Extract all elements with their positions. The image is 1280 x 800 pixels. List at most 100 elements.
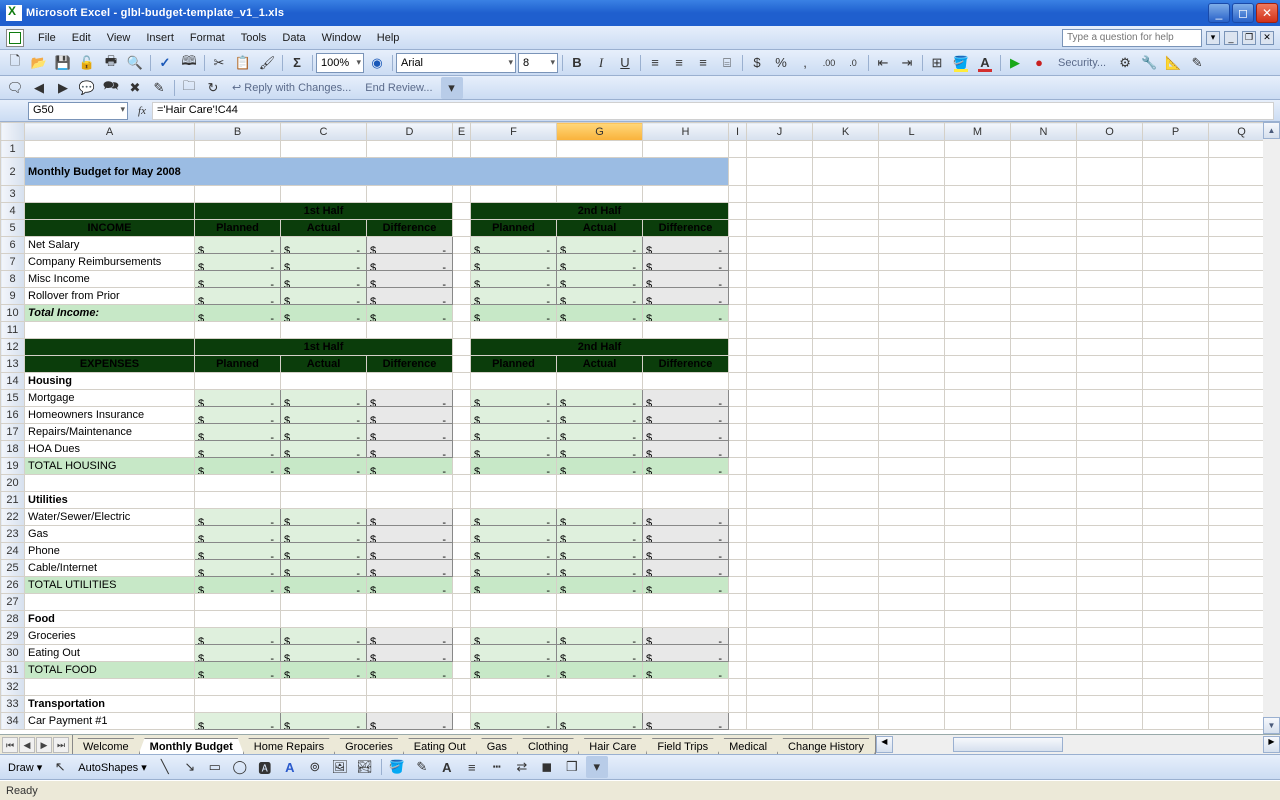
cell[interactable]: [1077, 560, 1143, 577]
cell[interactable]: [453, 390, 471, 407]
cell[interactable]: [1011, 339, 1077, 356]
cell[interactable]: [1209, 254, 1264, 271]
cell[interactable]: $-: [195, 713, 281, 730]
sheet-tab-home-repairs[interactable]: Home Repairs: [243, 738, 335, 754]
cell[interactable]: $-: [367, 543, 453, 560]
cell[interactable]: [747, 492, 813, 509]
cell[interactable]: [1077, 254, 1143, 271]
cell[interactable]: Gas: [25, 526, 195, 543]
cell[interactable]: [813, 645, 879, 662]
cell[interactable]: [1077, 390, 1143, 407]
cell[interactable]: [453, 288, 471, 305]
select-objects-icon[interactable]: ↖: [49, 756, 71, 778]
cell[interactable]: [1209, 645, 1264, 662]
cell[interactable]: [879, 526, 945, 543]
cell[interactable]: [1209, 322, 1264, 339]
cell[interactable]: $-: [281, 713, 367, 730]
cell[interactable]: [1077, 407, 1143, 424]
cell[interactable]: Eating Out: [25, 645, 195, 662]
cell[interactable]: [879, 141, 945, 158]
cell[interactable]: $-: [557, 424, 643, 441]
row-header-14[interactable]: 14: [1, 373, 25, 390]
save-icon[interactable]: 💾: [52, 52, 74, 74]
sheet-tab-monthly-budget[interactable]: Monthly Budget: [139, 738, 244, 754]
cell[interactable]: [1209, 203, 1264, 220]
row-header-1[interactable]: 1: [1, 141, 25, 158]
cell[interactable]: [945, 713, 1011, 730]
cell[interactable]: [813, 305, 879, 322]
col-header-L[interactable]: L: [879, 123, 945, 141]
cell[interactable]: HOA Dues: [25, 441, 195, 458]
fx-icon[interactable]: fx: [132, 105, 152, 117]
cell[interactable]: [1077, 237, 1143, 254]
cell[interactable]: [471, 186, 557, 203]
cell[interactable]: [1209, 288, 1264, 305]
cell[interactable]: 1st Half: [195, 203, 453, 220]
decrease-decimal-icon[interactable]: .0: [842, 52, 864, 74]
cell[interactable]: [813, 560, 879, 577]
cell[interactable]: [879, 288, 945, 305]
cell[interactable]: [453, 141, 471, 158]
cell[interactable]: [879, 203, 945, 220]
cell[interactable]: [945, 305, 1011, 322]
sheet-tab-eating-out[interactable]: Eating Out: [403, 738, 477, 754]
line-color-icon[interactable]: ✎: [411, 756, 433, 778]
cell[interactable]: $-: [195, 526, 281, 543]
format-painter-icon[interactable]: 🖌: [256, 52, 278, 74]
cell[interactable]: $-: [367, 305, 453, 322]
cell[interactable]: [747, 424, 813, 441]
cell[interactable]: 2nd Half: [471, 203, 729, 220]
cell[interactable]: [945, 560, 1011, 577]
cell[interactable]: [879, 475, 945, 492]
cell[interactable]: [879, 679, 945, 696]
menu-help[interactable]: Help: [369, 29, 408, 47]
cell[interactable]: $-: [367, 577, 453, 594]
cell[interactable]: $-: [471, 407, 557, 424]
cell[interactable]: [1011, 203, 1077, 220]
cell[interactable]: $-: [557, 526, 643, 543]
bold-icon[interactable]: B: [566, 52, 588, 74]
cell[interactable]: [557, 679, 643, 696]
vba-icon[interactable]: ⚙: [1114, 52, 1136, 74]
cell[interactable]: $-: [471, 288, 557, 305]
sheet-tab-hair-care[interactable]: Hair Care: [578, 738, 647, 754]
cell[interactable]: $-: [471, 390, 557, 407]
cell[interactable]: $-: [281, 288, 367, 305]
row-header-18[interactable]: 18: [1, 441, 25, 458]
cell[interactable]: [945, 356, 1011, 373]
cell[interactable]: [945, 322, 1011, 339]
cell[interactable]: [453, 662, 471, 679]
cell[interactable]: [747, 509, 813, 526]
cell[interactable]: [945, 373, 1011, 390]
col-header-I[interactable]: I: [729, 123, 747, 141]
cell[interactable]: [453, 186, 471, 203]
cell[interactable]: [945, 237, 1011, 254]
cell[interactable]: [367, 141, 453, 158]
cell[interactable]: $-: [281, 237, 367, 254]
cell[interactable]: Car Payment #1: [25, 713, 195, 730]
tab-last-icon[interactable]: ⏭: [53, 737, 69, 753]
cell[interactable]: [1143, 356, 1209, 373]
cell[interactable]: [1143, 713, 1209, 730]
cell[interactable]: [1077, 713, 1143, 730]
cell[interactable]: [557, 611, 643, 628]
cell[interactable]: $-: [643, 305, 729, 322]
cell[interactable]: Misc Income: [25, 271, 195, 288]
cell[interactable]: [1077, 475, 1143, 492]
cell[interactable]: [813, 696, 879, 713]
cell[interactable]: [945, 339, 1011, 356]
cell[interactable]: [1011, 158, 1077, 186]
cell[interactable]: [813, 407, 879, 424]
cell[interactable]: [1077, 594, 1143, 611]
cell[interactable]: [1077, 322, 1143, 339]
cell[interactable]: [747, 526, 813, 543]
cell[interactable]: [1143, 424, 1209, 441]
font-size-combo[interactable]: 8: [518, 53, 558, 73]
cell[interactable]: [813, 662, 879, 679]
cell[interactable]: [1077, 271, 1143, 288]
cell[interactable]: [557, 141, 643, 158]
cell[interactable]: $-: [367, 560, 453, 577]
cell[interactable]: [453, 237, 471, 254]
cell[interactable]: Food: [25, 611, 195, 628]
cell[interactable]: $-: [471, 662, 557, 679]
